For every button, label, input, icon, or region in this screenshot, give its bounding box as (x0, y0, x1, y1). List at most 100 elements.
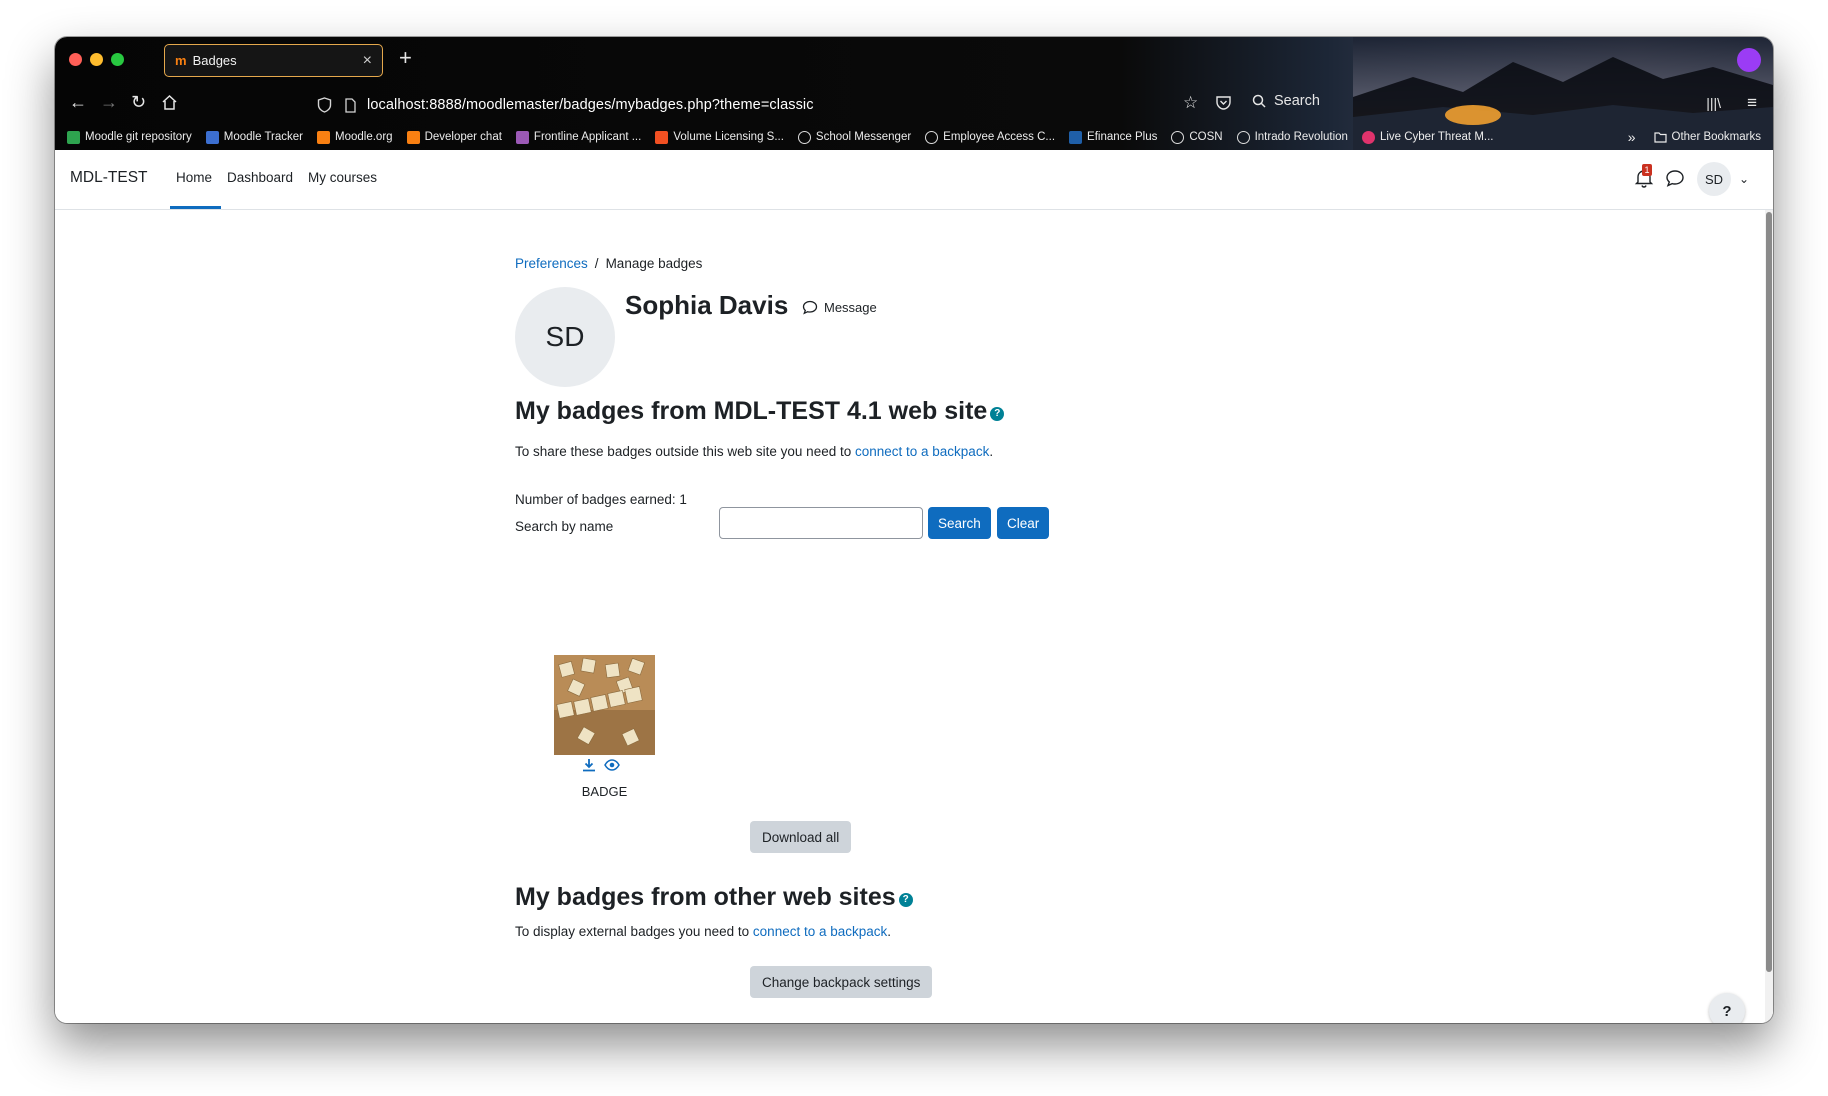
nav-dashboard[interactable]: Dashboard (227, 170, 293, 185)
help-floating-button[interactable]: ? (1709, 993, 1745, 1023)
chevron-down-icon[interactable]: ⌄ (1739, 172, 1749, 186)
policy-tiles-image (554, 655, 655, 755)
moodle-favicon-icon: m (175, 53, 187, 68)
bookmark-favicon-icon (67, 130, 80, 144)
connect-backpack-link[interactable]: connect to a backpack (753, 924, 887, 939)
search-icon (1252, 94, 1266, 108)
bookmarks-overflow-area: » Other Bookmarks (1628, 124, 1761, 150)
help-icon[interactable]: ? (898, 892, 913, 907)
bookmark-favicon-icon (515, 130, 529, 144)
tab-title: Badges (192, 53, 237, 68)
badge-image[interactable] (554, 655, 655, 755)
bookmark-favicon-icon (406, 130, 420, 144)
bookmark-item[interactable]: School Messenger (797, 130, 911, 144)
browser-search-label: Search (1274, 93, 1320, 109)
user-menu-avatar[interactable]: SD (1697, 162, 1731, 196)
bookmark-star-icon[interactable]: ☆ (1183, 93, 1198, 113)
tab-badges[interactable]: m Badges × (164, 44, 383, 77)
zoom-window-button[interactable] (111, 53, 124, 66)
download-icon[interactable] (582, 758, 596, 772)
menu-icon[interactable]: ≡ (1747, 93, 1757, 113)
home-icon[interactable] (161, 94, 178, 111)
private-mask-icon[interactable] (1737, 48, 1761, 72)
other-bookmarks[interactable]: Other Bookmarks (1653, 131, 1761, 143)
active-nav-indicator (170, 206, 221, 209)
new-tab-icon[interactable]: + (399, 47, 412, 69)
page-icon (345, 97, 356, 113)
bookmarks-toolbar: Moodle git repository Moodle Tracker Moo… (55, 124, 1773, 150)
globe-icon (797, 130, 811, 144)
address-bar[interactable]: localhost:8888/moodlemaster/badges/mybad… (317, 89, 1317, 121)
browser-search-box[interactable]: Search (1252, 93, 1320, 109)
close-window-button[interactable] (69, 53, 82, 66)
forward-icon[interactable]: → (100, 93, 118, 111)
bookmark-item[interactable]: Moodle Tracker (205, 130, 303, 144)
window-controls (69, 53, 124, 66)
badges-earned-count: Number of badges earned: 1 (515, 492, 687, 507)
site-name[interactable]: MDL-TEST (70, 169, 148, 187)
connect-backpack-link[interactable]: connect to a backpack (855, 444, 989, 459)
nav-home[interactable]: Home (176, 170, 212, 185)
bookmark-item[interactable]: Live Cyber Threat M... (1361, 130, 1494, 144)
globe-icon (1171, 130, 1185, 144)
bookmark-item[interactable]: Intrado Revolution (1236, 130, 1348, 144)
folder-icon (1653, 131, 1667, 143)
external-badges-instructions: To display external badges you need to c… (515, 924, 891, 939)
site-badges-heading: My badges from MDL-TEST 4.1 web site ? (515, 397, 1005, 426)
browser-chrome: m Badges × + ← → ↻ localhost:8888/moodle… (55, 37, 1773, 150)
bookmark-favicon-icon (1069, 130, 1083, 144)
library-icon[interactable]: |||\ (1706, 95, 1721, 111)
bookmark-item[interactable]: Employee Access C... (925, 130, 1055, 144)
url-text: localhost:8888/moodlemaster/badges/mybad… (367, 97, 814, 113)
bookmark-favicon-icon (1361, 130, 1375, 144)
bookmark-item[interactable]: Moodle.org (317, 130, 393, 144)
breadcrumb: Preferences / Manage badges (515, 256, 702, 271)
bookmark-item[interactable]: COSN (1171, 130, 1223, 144)
bookmark-item[interactable]: Volume Licensing S... (655, 130, 784, 144)
back-icon[interactable]: ← (69, 93, 87, 111)
badge-search-input[interactable] (719, 507, 923, 539)
search-button[interactable]: Search (928, 507, 991, 539)
nav-my-courses[interactable]: My courses (308, 170, 377, 185)
pocket-icon[interactable] (1215, 94, 1232, 111)
site-badges-heading-text: My badges from MDL-TEST 4.1 web site (515, 397, 988, 425)
badge-actions (582, 758, 620, 772)
breadcrumb-separator: / (594, 256, 599, 271)
eye-icon[interactable] (604, 758, 620, 772)
reload-icon[interactable]: ↻ (131, 93, 146, 111)
bookmark-item[interactable]: Moodle git repository (67, 130, 192, 144)
bookmark-item[interactable]: Developer chat (406, 130, 502, 144)
minimize-window-button[interactable] (90, 53, 103, 66)
bookmark-item[interactable]: Frontline Applicant ... (515, 130, 641, 144)
bookmark-favicon-icon (317, 130, 331, 144)
chat-bubble-icon[interactable] (1665, 168, 1685, 188)
message-button[interactable]: Message (802, 300, 877, 315)
notification-count-badge: 1 (1642, 164, 1652, 176)
page-scrollbar-thumb[interactable] (1766, 212, 1772, 972)
tab-close-icon[interactable]: × (363, 52, 372, 69)
shield-icon (317, 97, 332, 113)
breadcrumb-preferences-link[interactable]: Preferences (515, 256, 588, 271)
share-end: . (989, 444, 994, 459)
other-badges-heading: My badges from other web sites ? (515, 883, 913, 912)
external-text: To display external badges you need to (515, 924, 753, 939)
share-instructions: To share these badges outside this web s… (515, 444, 993, 459)
message-label: Message (824, 300, 877, 315)
clear-button[interactable]: Clear (997, 507, 1050, 539)
search-by-name-label: Search by name (515, 519, 614, 534)
moodle-page: MDL-TEST Home Dashboard My courses 1 SD … (55, 150, 1773, 1023)
profile-avatar: SD (515, 287, 615, 387)
bookmark-favicon-icon (205, 130, 219, 144)
badge-name: BADGE (581, 784, 628, 799)
change-backpack-settings-button[interactable]: Change backpack settings (750, 966, 933, 998)
globe-icon (925, 130, 939, 144)
chevron-double-right-icon[interactable]: » (1628, 129, 1636, 145)
bookmark-item[interactable]: Efinance Plus (1069, 130, 1157, 144)
browser-window: m Badges × + ← → ↻ localhost:8888/moodle… (55, 37, 1773, 1023)
help-icon[interactable]: ? (990, 406, 1005, 421)
download-all-button[interactable]: Download all (750, 821, 852, 853)
share-text: To share these badges outside this web s… (515, 444, 855, 459)
navigation-toolbar: ← → ↻ localhost:8888/moodlemaster/badges… (55, 85, 1773, 125)
breadcrumb-current: Manage badges (605, 256, 703, 271)
chat-bubble-icon (802, 300, 818, 315)
